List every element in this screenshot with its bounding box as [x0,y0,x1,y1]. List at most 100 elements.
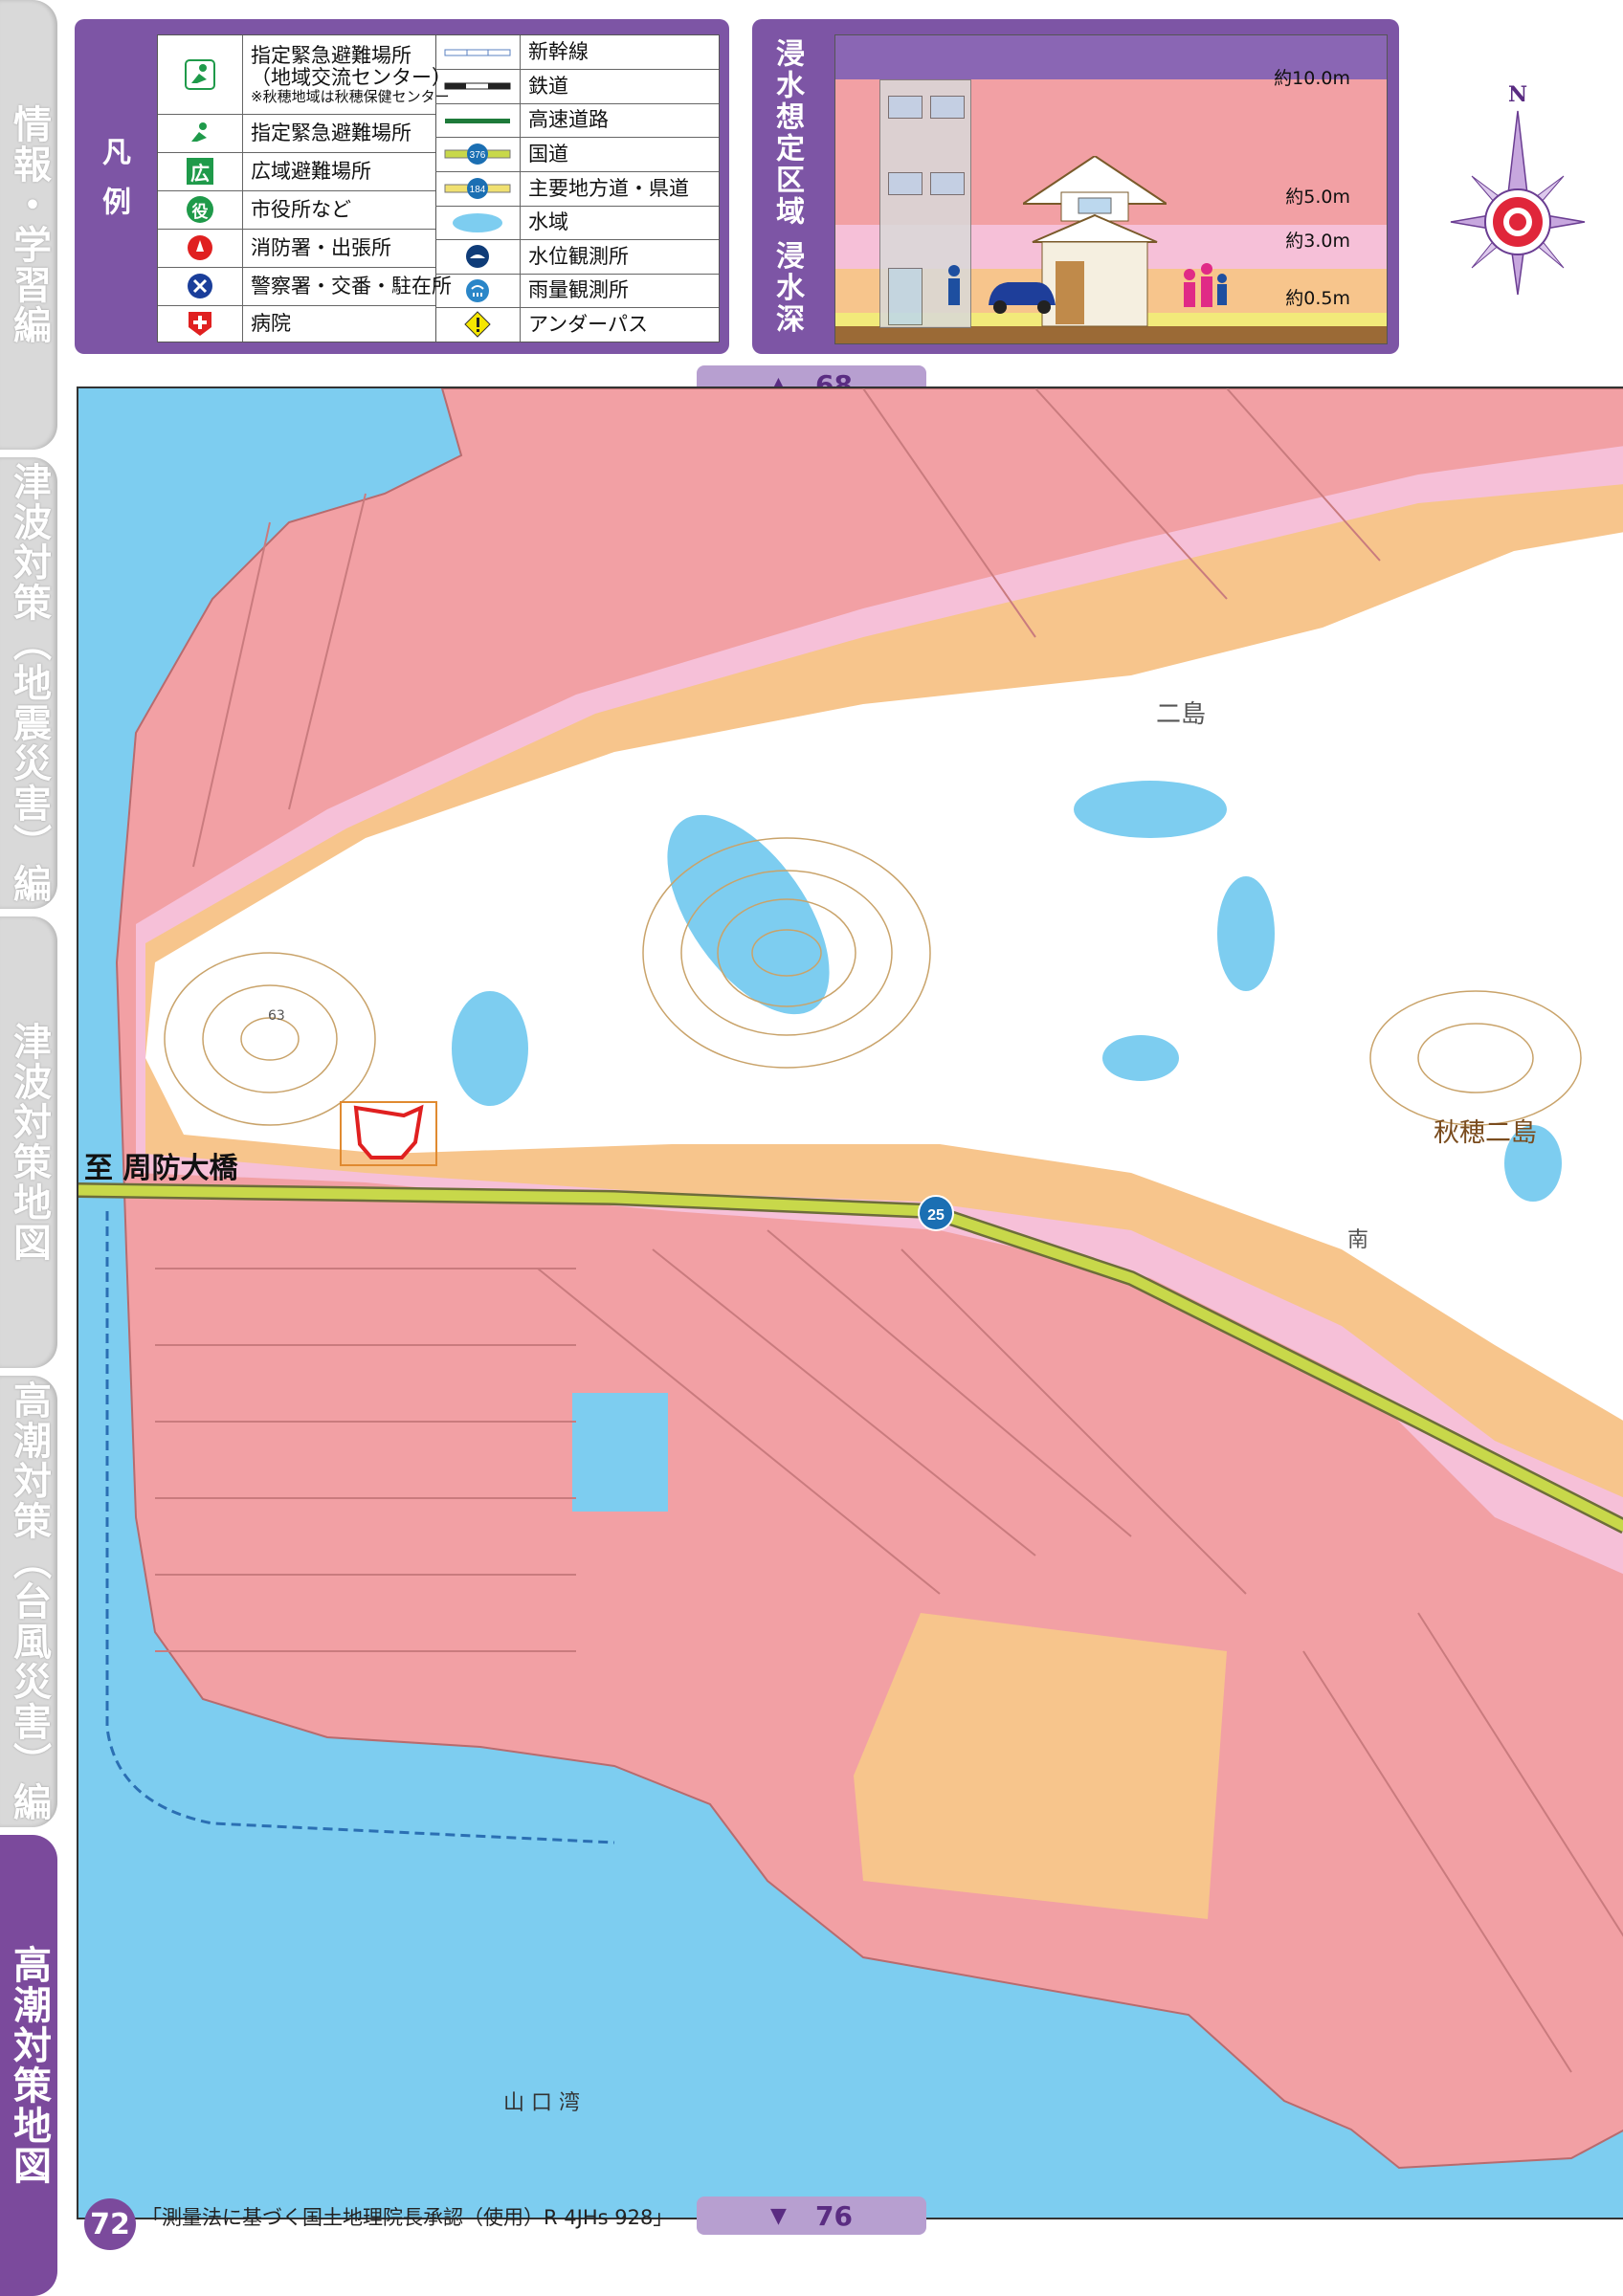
legend-right-column: 新幹線 鉄道 高速道路 376 国道 184 主要地方道・県道 水域 水位観測所 雨… [435,35,719,342]
legend-item-text: 警察署・交番・駐在所 [251,274,452,298]
side-tab-storm-surge-measures[interactable]: 高潮対策（台風災害）編 [0,1376,57,1827]
legend-item: アンダーパス [435,307,719,342]
railway-line-icon [435,69,521,103]
compass-north-arrow-icon: N [1450,82,1586,296]
legend-item: 広 広域避難場所 [158,152,435,191]
rain-gauge-station-icon [435,274,521,307]
water-area-icon [435,206,521,239]
side-tab-label: 津波対策（地震災害）編 [7,462,51,904]
legend-item: 新幹線 [435,35,719,70]
depth-label-10m: 約10.0m [1274,68,1350,89]
evacuation-place-icon [158,114,243,152]
depth-label-5m: 約5.0m [1285,187,1350,208]
prefectural-road-number: 184 [470,185,486,195]
legend-item: 警察署・交番・駐在所 [158,267,452,306]
legend-item-text: 消防署・出張所 [251,235,391,259]
expressway-line-icon [435,103,521,137]
survey-copyright: 「測量法に基づく国土地理院長承認（使用）R 4JHs 928」 [142,2206,674,2229]
place-label-minami: 南 [1347,1228,1369,1252]
legend-item-note: ※秋穂地域は秋穂保健センター [251,88,450,105]
legend-item-text: 新幹線 [528,40,589,63]
national-road-number: 376 [470,150,486,161]
pond [1217,876,1275,991]
city-office-glyph: 役 [187,196,213,223]
pond [1102,1035,1179,1081]
wide-area-glyph: 広 [187,158,213,185]
legend-item: 雨量観測所 [435,274,719,308]
side-tab-info-learning[interactable]: 情報・学習編 [0,0,57,450]
compass-north-label: N [1508,82,1527,107]
side-tab-tsunami-measures[interactable]: 津波対策（地震災害）編 [0,457,57,909]
direction-label-suo-bridge: 至 周防大橋 [84,1152,238,1185]
legend-item-text: 指定緊急避難場所 [251,121,411,144]
legend-left-column: 指定緊急避難場所 （地域交流センター） ※秋穂地域は秋穂保健センター 指定緊急避難場… [158,35,452,342]
pond [1074,781,1227,838]
side-tab-tsunami-map[interactable]: 津波対策地図 [0,916,57,1368]
legend-item-text: 国道 [528,142,568,166]
legend-title: 凡例 [75,19,151,354]
legend-item: 指定緊急避難場所 [158,114,435,153]
wide-area-evacuation-icon: 広 [158,152,243,190]
side-tabs: 情報・学習編 津波対策（地震災害）編 津波対策地図 高潮対策（台風災害）編 高潮… [0,0,61,2296]
side-tab-label: 津波対策地図 [7,1022,51,1263]
legend-item: 高速道路 [435,103,719,138]
police-station-icon [158,267,243,305]
legend-item: 病院 [158,305,435,342]
side-tab-label: 情報・学習編 [7,104,51,345]
side-tab-label: 高潮対策（台風災害）編 [7,1380,51,1822]
legend-item-text: 高速道路 [528,108,609,131]
map-canvas: 25 [78,388,1623,2218]
place-label-yamaguchi-bay: 山 口 湾 [503,2091,580,2115]
hospital-icon [158,305,243,342]
legend-item-text: 市役所など [251,197,351,221]
evacuation-site-icon [158,35,243,114]
place-label-aio-futajima: 秋穂二島 [1434,1118,1537,1148]
depth-figure: 約10.0m 約5.0m 約3.0m 約0.5m [834,34,1388,344]
legend-item: 消防署・出張所 [158,229,435,268]
legend-item-text: 鉄道 [528,74,568,98]
legend-table: 指定緊急避難場所 （地域交流センター） ※秋穂地域は秋穂保健センター 指定緊急避難場… [157,34,720,342]
legend-item-text: 主要地方道・県道 [528,176,689,200]
depth-title: 浸水想定区域 浸水深 [752,19,821,354]
elevation-label: 63 [268,1008,285,1024]
legend-item: 鉄道 [435,69,719,104]
legend-item-text: 指定緊急避難場所 [251,44,411,67]
legend-item-text: 雨量観測所 [528,278,629,301]
depth-label-05m: 約0.5m [1285,288,1350,309]
depth-ground [835,326,1387,343]
legend-item: 指定緊急避難場所 （地域交流センター） ※秋穂地域は秋穂保健センター [158,35,452,115]
legend-title-text: 凡例 [97,137,130,236]
water-level-station-icon [435,239,521,274]
legend-item-text: 広域避難場所 [251,159,371,183]
legend-item: 水域 [435,206,719,240]
legend-item-text: 水位観測所 [528,244,629,268]
depth-title-text: 浸水想定区域 浸水深 [770,37,804,336]
triangle-down-icon: ▼ [770,2203,787,2228]
legend-item: 184 主要地方道・県道 [435,171,719,207]
shinkansen-line-icon [435,35,521,69]
legend-item-text: （地域交流センター） [251,66,452,89]
depth-label-3m: 約3.0m [1285,231,1350,252]
hazard-map: 25 二島 秋穂二島 南 至 周防大橋 山 口 湾 63 [77,386,1623,2219]
flood-zone-mid-block [854,1613,1227,1919]
prefectural-road-icon: 184 [435,171,521,206]
legend-item: 役 市役所など [158,190,435,230]
underpass-icon [435,307,521,342]
legend-item-text: アンダーパス [528,312,648,336]
side-tab-storm-surge-map[interactable]: 高潮対策地図 [0,1835,57,2296]
legend-item: 376 国道 [435,137,719,172]
people-car-illustration [948,263,1227,314]
legend-item-text: 水域 [528,210,568,233]
place-label-futajima: 二島 [1156,700,1207,729]
side-tab-label: 高潮対策地図 [7,1945,51,2186]
page-number: 72 [84,2198,136,2250]
depth-panel: 浸水想定区域 浸水深 約10.0m 約5.0m 約3.0m 約0.5m [752,19,1399,354]
legend-item: 水位観測所 [435,239,719,275]
nav-down-page-number: 76 [814,2199,853,2232]
fire-station-icon [158,229,243,267]
city-office-icon: 役 [158,190,243,229]
legend-panel: 凡例 指定緊急避難場所 （地域交流センター） ※秋穂地域は秋穂保健センター 指定緊急… [75,19,729,354]
pond [572,1393,668,1512]
nav-down-page-76[interactable]: ▼ 76 [697,2197,926,2235]
route-25-number: 25 [927,1207,945,1224]
